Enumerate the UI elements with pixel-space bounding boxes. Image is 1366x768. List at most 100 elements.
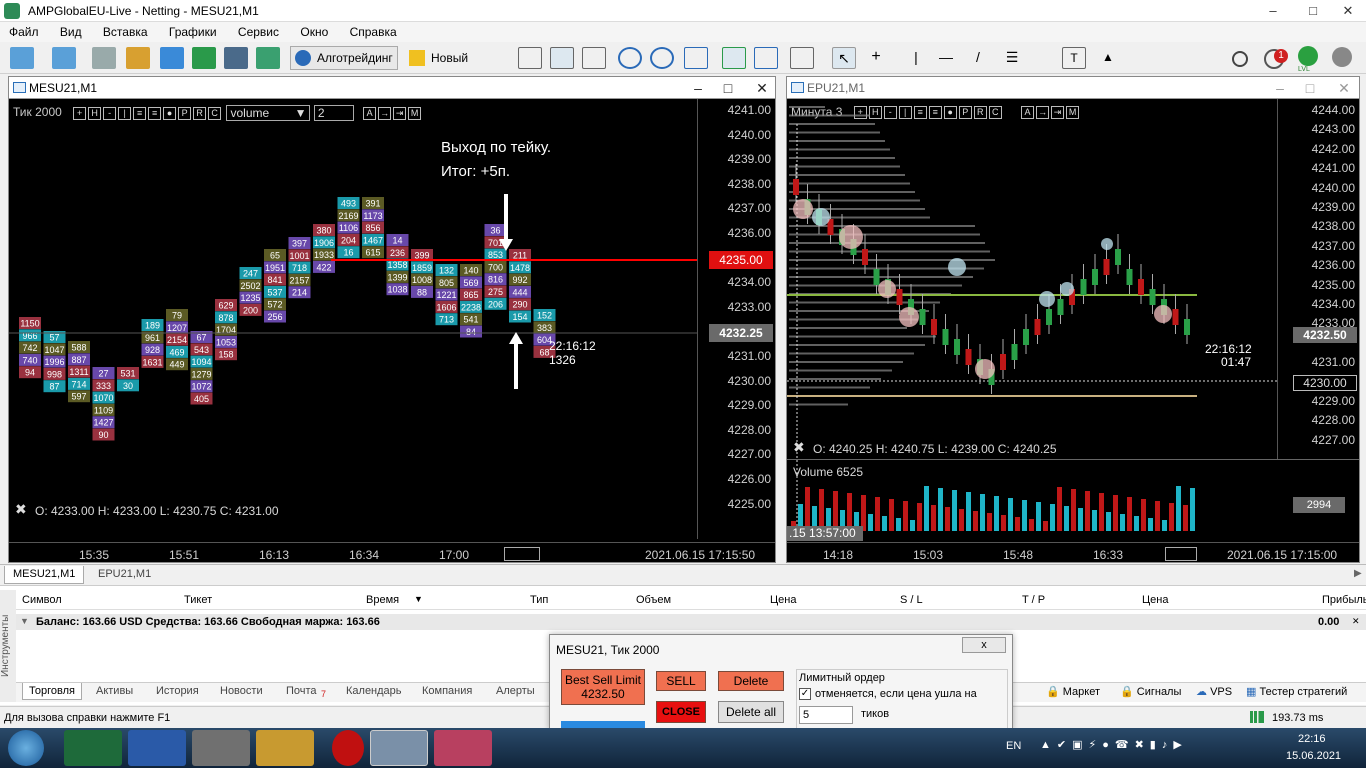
- cancel-checkbox[interactable]: ✓: [799, 688, 811, 700]
- clock-time[interactable]: 22:16: [1298, 733, 1326, 745]
- navigator-icon[interactable]: [160, 47, 184, 69]
- zoom-in-icon[interactable]: [618, 47, 642, 69]
- trendline-icon[interactable]: /: [966, 47, 990, 69]
- terminal-icon[interactable]: [192, 47, 216, 69]
- col-price[interactable]: Цена: [770, 594, 796, 606]
- close-window-button[interactable]: ✕: [1325, 0, 1366, 22]
- tab-assets[interactable]: Активы: [96, 685, 133, 697]
- strategy-tester-link[interactable]: ▦ Тестер стратегий: [1246, 685, 1347, 698]
- chart2-maximize-button[interactable]: □: [1297, 79, 1323, 97]
- delete-all-button[interactable]: Delete all: [718, 701, 784, 723]
- language-indicator[interactable]: EN: [1006, 740, 1021, 752]
- horizontal-line-icon[interactable]: —: [934, 47, 958, 69]
- col-type[interactable]: Тип: [530, 594, 548, 606]
- shapes-icon[interactable]: ▲: [1096, 47, 1120, 69]
- app-taskbar-icon[interactable]: [434, 730, 492, 766]
- chart-close-button[interactable]: ✕: [749, 79, 775, 97]
- chart2-close-button[interactable]: ✕: [1331, 79, 1357, 97]
- channel-icon[interactable]: ☰: [1000, 47, 1024, 69]
- scroll-box[interactable]: [504, 547, 540, 561]
- word-taskbar-icon[interactable]: [128, 730, 186, 766]
- bar-chart-icon[interactable]: [518, 47, 542, 69]
- close-all-icon[interactable]: ✕: [1352, 616, 1360, 627]
- cursor-icon[interactable]: ↖: [832, 47, 856, 69]
- collapse-icon[interactable]: ▼: [20, 616, 29, 626]
- profiles-icon[interactable]: [52, 47, 76, 69]
- time-tick: 16:13: [259, 548, 290, 562]
- market-watch-icon[interactable]: [92, 47, 116, 69]
- col-time[interactable]: Время: [366, 594, 399, 606]
- balance-row[interactable]: ▼ Баланс: 163.66 USD Средства: 163.66 Св…: [16, 614, 1366, 630]
- ticks-stepper[interactable]: 5: [799, 706, 853, 724]
- tab-alerts[interactable]: Алерты: [496, 685, 535, 697]
- new-order-button[interactable]: Новый ордер: [404, 46, 504, 87]
- search-icon[interactable]: [1232, 51, 1248, 67]
- col-tp[interactable]: T / P: [1022, 594, 1045, 606]
- text-icon[interactable]: T: [1062, 47, 1086, 69]
- menu-charts[interactable]: Графики: [160, 22, 226, 39]
- tray-icons[interactable]: ▲✔▣⚡●☎✖▮♪▶: [1040, 738, 1188, 751]
- tab-calendar[interactable]: Календарь: [346, 685, 402, 697]
- tools-icon-2[interactable]: ✖: [793, 439, 805, 456]
- level-icon[interactable]: [1298, 46, 1318, 66]
- new-chart-icon[interactable]: [10, 47, 34, 69]
- tab-news[interactable]: Новости: [220, 685, 263, 697]
- col-price-current[interactable]: Цена: [1142, 594, 1168, 606]
- sell-button[interactable]: SELL: [656, 671, 706, 691]
- calculator-taskbar-icon[interactable]: [192, 730, 250, 766]
- algo-trading-button[interactable]: Алготрейдинг: [290, 46, 398, 70]
- col-sl[interactable]: S / L: [900, 594, 923, 606]
- col-symbol[interactable]: Символ: [22, 594, 62, 606]
- cluster-value: 214: [292, 288, 307, 298]
- scroll-box-2[interactable]: [1165, 547, 1197, 561]
- metatrader-taskbar-icon[interactable]: [370, 730, 428, 766]
- close-position-button[interactable]: CLOSE: [656, 701, 706, 723]
- vps-link[interactable]: ☁ VPS: [1196, 685, 1232, 698]
- chart-maximize-button[interactable]: □: [715, 79, 741, 97]
- menu-view[interactable]: Вид: [51, 22, 91, 39]
- account-icon[interactable]: [1332, 47, 1352, 67]
- chart2-minimize-button[interactable]: –: [1267, 79, 1293, 97]
- menu-insert[interactable]: Вставка: [94, 22, 157, 39]
- chart-shift-icon[interactable]: [754, 47, 778, 69]
- best-sell-limit-button[interactable]: Best Sell Limit 4232.50: [561, 669, 645, 705]
- toolbox-side-label[interactable]: Инструменты: [0, 590, 16, 702]
- tab-epu21[interactable]: EPU21,M1: [90, 566, 159, 584]
- clock-date[interactable]: 15.06.2021: [1286, 750, 1341, 762]
- tab-company[interactable]: Компания: [422, 685, 472, 697]
- start-button[interactable]: [8, 730, 44, 766]
- order-panel-close-button[interactable]: x: [962, 637, 1006, 653]
- col-profit[interactable]: Прибыль: [1322, 594, 1366, 606]
- signals-link[interactable]: 🔒 Сигналы: [1120, 685, 1181, 698]
- menu-file[interactable]: Файл: [0, 22, 48, 39]
- market-link[interactable]: 🔒 Маркет: [1046, 685, 1100, 698]
- delete-order-button[interactable]: Delete: [718, 671, 784, 691]
- excel-taskbar-icon[interactable]: [64, 730, 122, 766]
- ide-icon[interactable]: [256, 47, 280, 69]
- tab-history[interactable]: История: [156, 685, 199, 697]
- candle-chart-icon[interactable]: [550, 47, 574, 69]
- volume-bar: [833, 491, 838, 531]
- tab-mesu21[interactable]: MESU21,M1: [4, 566, 85, 584]
- vertical-line-icon[interactable]: |: [904, 47, 928, 69]
- menu-help[interactable]: Справка: [341, 22, 406, 39]
- col-volume[interactable]: Объем: [636, 594, 671, 606]
- menu-window[interactable]: Окно: [291, 22, 337, 39]
- tab-trade[interactable]: Торговля: [22, 683, 82, 700]
- explorer-taskbar-icon[interactable]: [256, 730, 314, 766]
- crosshair-icon[interactable]: +: [864, 47, 888, 69]
- zoom-out-icon[interactable]: [650, 47, 674, 69]
- tabs-scroll-icon[interactable]: ▶: [1354, 568, 1362, 579]
- tab-mail[interactable]: Почта: [286, 685, 317, 697]
- menu-tools[interactable]: Сервис: [229, 22, 288, 39]
- tile-windows-icon[interactable]: [684, 47, 708, 69]
- data-window-icon[interactable]: [126, 47, 150, 69]
- strategy-tester-icon[interactable]: [224, 47, 248, 69]
- opera-taskbar-icon[interactable]: [332, 730, 364, 766]
- col-ticket[interactable]: Тикет: [184, 594, 212, 606]
- autoscroll-icon[interactable]: [722, 47, 746, 69]
- tools-icon[interactable]: ✖: [15, 501, 27, 518]
- templates-icon[interactable]: [790, 47, 814, 69]
- line-chart-icon[interactable]: [582, 47, 606, 69]
- chart-minimize-button[interactable]: –: [685, 79, 711, 97]
